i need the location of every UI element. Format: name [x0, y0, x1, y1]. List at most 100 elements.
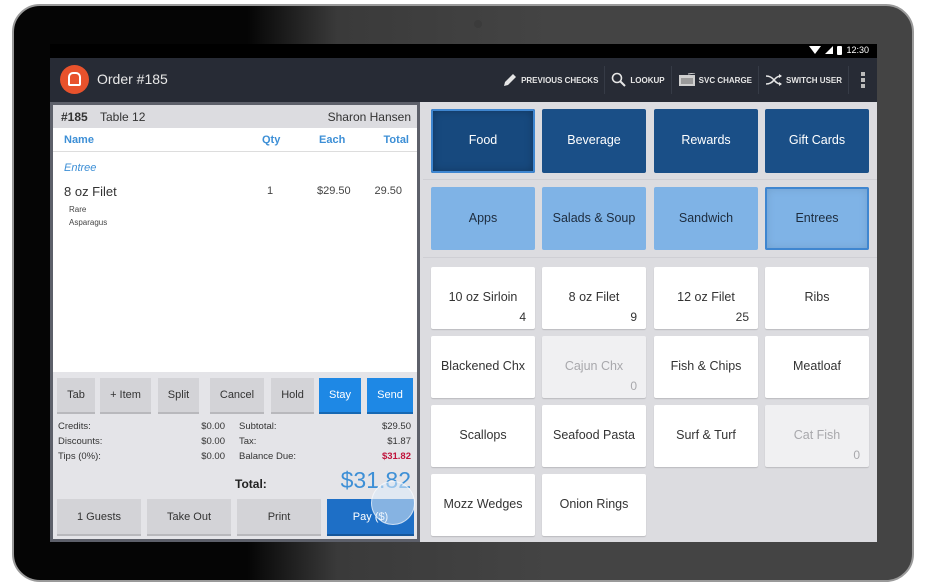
menu-item-cajun-chx-label: Cajun Chx	[564, 359, 624, 374]
previous-checks-button[interactable]: PREVIOUS CHECKS	[496, 66, 606, 94]
order-number: #185	[61, 110, 88, 124]
credits-value: $0.00	[201, 421, 225, 432]
stock-count: 0	[630, 379, 637, 393]
pencil-icon	[504, 74, 517, 86]
menu-item-onion-rings[interactable]: Onion Rings	[542, 474, 646, 536]
shuffle-icon	[765, 74, 782, 86]
menu-item-mozz-wedges-label: Mozz Wedges	[443, 497, 523, 512]
menu-item-cajun-chx[interactable]: Cajun Chx 0	[542, 336, 646, 398]
order-action-bar: Tab + Item Split Cancel Hold Stay Send	[53, 378, 417, 416]
subcategory-tab-entrees-label: Entrees	[795, 210, 839, 225]
menu-item-cat-fish-label: Cat Fish	[793, 428, 841, 443]
menu-item-12-oz-filet[interactable]: 12 oz Filet 25	[654, 267, 758, 329]
menu-item-onion-rings-label: Onion Rings	[559, 497, 629, 512]
print-button[interactable]: Print	[237, 499, 321, 536]
app-bar: Order #185 PREVIOUS CHECKS LOOKUP SVC CH…	[50, 58, 877, 102]
tab-button[interactable]: Tab	[57, 378, 95, 414]
category-tab-beverage[interactable]: Beverage	[542, 109, 646, 173]
menu-item-8-oz-filet[interactable]: 8 oz Filet 9	[542, 267, 646, 329]
pay-button[interactable]: Pay ($)	[327, 499, 414, 536]
discounts-value: $0.00	[201, 436, 225, 447]
stock-count: 4	[519, 310, 526, 324]
app-logo-icon[interactable]	[60, 65, 89, 94]
send-button[interactable]: Send	[367, 378, 413, 414]
stock-count: 9	[630, 310, 637, 324]
discounts-label: Discounts:	[58, 436, 103, 447]
hold-button[interactable]: Hold	[271, 378, 314, 414]
menu-item-seafood-pasta-label: Seafood Pasta	[552, 428, 635, 443]
item-qty: 1	[267, 185, 274, 197]
total-value: $31.82	[340, 467, 411, 493]
stock-count: 0	[853, 448, 860, 462]
balance-due-value: $31.82	[381, 451, 411, 462]
menu-item-fish-chips[interactable]: Fish & Chips	[654, 336, 758, 398]
subcategory-tab-apps[interactable]: Apps	[431, 187, 535, 250]
tips-label: Tips (0%):	[58, 451, 101, 462]
menu-item-mozz-wedges[interactable]: Mozz Wedges	[431, 474, 535, 536]
menu-item-10-oz-sirloin-label: 10 oz Sirloin	[448, 290, 518, 305]
ticket-columns: Name Qty Each Total	[53, 128, 417, 152]
svc-charge-button[interactable]: SVC CHARGE	[672, 66, 759, 94]
subcategory-tab-sandwich[interactable]: Sandwich	[654, 187, 758, 250]
menu-item-meatloaf[interactable]: Meatloaf	[765, 336, 869, 398]
menu-item-seafood-pasta[interactable]: Seafood Pasta	[542, 405, 646, 467]
category-tab-gift-cards[interactable]: Gift Cards	[765, 109, 869, 173]
category-tab-rewards[interactable]: Rewards	[654, 109, 758, 173]
battery-icon	[837, 45, 843, 55]
category-label: Entree	[64, 162, 97, 174]
col-name: Name	[64, 134, 94, 146]
camera	[474, 20, 482, 28]
card-icon	[678, 73, 695, 86]
page-title: Order #185	[97, 71, 168, 87]
lookup-button[interactable]: LOOKUP	[605, 66, 672, 94]
subcategory-tab-sandwich-label: Sandwich	[678, 210, 734, 225]
table-label: Table 12	[100, 110, 146, 124]
menu-item-10-oz-sirloin[interactable]: 10 oz Sirloin 4	[431, 267, 535, 329]
item-total: 29.50	[374, 185, 402, 197]
add-item-button[interactable]: + Item	[100, 378, 151, 414]
split-button[interactable]: Split	[158, 378, 199, 414]
search-icon	[612, 72, 627, 87]
signal-icon	[825, 46, 834, 54]
col-total: Total	[383, 134, 409, 146]
category-tab-gift-cards-label: Gift Cards	[788, 133, 846, 148]
divider	[423, 257, 877, 258]
menu-item-scallops-label: Scallops	[459, 428, 507, 443]
col-each: Each	[319, 134, 346, 146]
menu-item-12-oz-filet-label: 12 oz Filet	[677, 290, 735, 305]
item-name: 8 oz Filet	[64, 184, 117, 199]
stay-button[interactable]: Stay	[319, 378, 361, 414]
menu-item-cat-fish[interactable]: Cat Fish 0	[765, 405, 869, 467]
item-each: $29.50	[317, 185, 351, 197]
menu-item-surf-turf[interactable]: Surf & Turf	[654, 405, 758, 467]
item-modifier: Rare	[69, 205, 87, 214]
menu-item-meatloaf-label: Meatloaf	[793, 359, 841, 374]
menu-item-surf-turf-label: Surf & Turf	[676, 428, 736, 443]
guests-button[interactable]: 1 Guests	[57, 499, 141, 536]
menu-item-blackened-chx[interactable]: Blackened Chx	[431, 336, 535, 398]
menu-item-8-oz-filet-label: 8 oz Filet	[568, 290, 620, 305]
item-modifier: Asparagus	[69, 218, 108, 227]
cancel-button[interactable]: Cancel	[210, 378, 264, 414]
status-bar: 12:30	[50, 44, 877, 58]
category-tab-beverage-label: Beverage	[567, 133, 621, 148]
switch-user-button[interactable]: SWITCH USER	[759, 66, 849, 94]
col-qty: Qty	[262, 134, 281, 146]
menu-item-fish-chips-label: Fish & Chips	[670, 359, 742, 374]
more-vert-icon[interactable]	[849, 66, 877, 94]
subcategory-tab-apps-label: Apps	[468, 210, 498, 225]
take-out-button[interactable]: Take Out	[147, 499, 231, 536]
category-tab-food[interactable]: Food	[431, 109, 535, 173]
subtotal-value: $29.50	[381, 421, 411, 432]
order-header: #185 Table 12 Sharon Hansen	[53, 105, 417, 128]
menu-item-ribs[interactable]: Ribs	[765, 267, 869, 329]
menu-panel: Food Beverage Rewards Gift Cards Apps Salads…	[423, 102, 877, 542]
divider	[423, 179, 877, 180]
menu-item-scallops[interactable]: Scallops	[431, 405, 535, 467]
total-label: Total:	[235, 477, 267, 491]
tax-label: Tax:	[239, 436, 257, 447]
clock: 12:30	[846, 45, 869, 55]
stock-count: 25	[735, 310, 749, 324]
subcategory-tab-entrees[interactable]: Entrees	[765, 187, 869, 250]
subcategory-tab-salads-soup[interactable]: Salads & Soup	[542, 187, 646, 250]
